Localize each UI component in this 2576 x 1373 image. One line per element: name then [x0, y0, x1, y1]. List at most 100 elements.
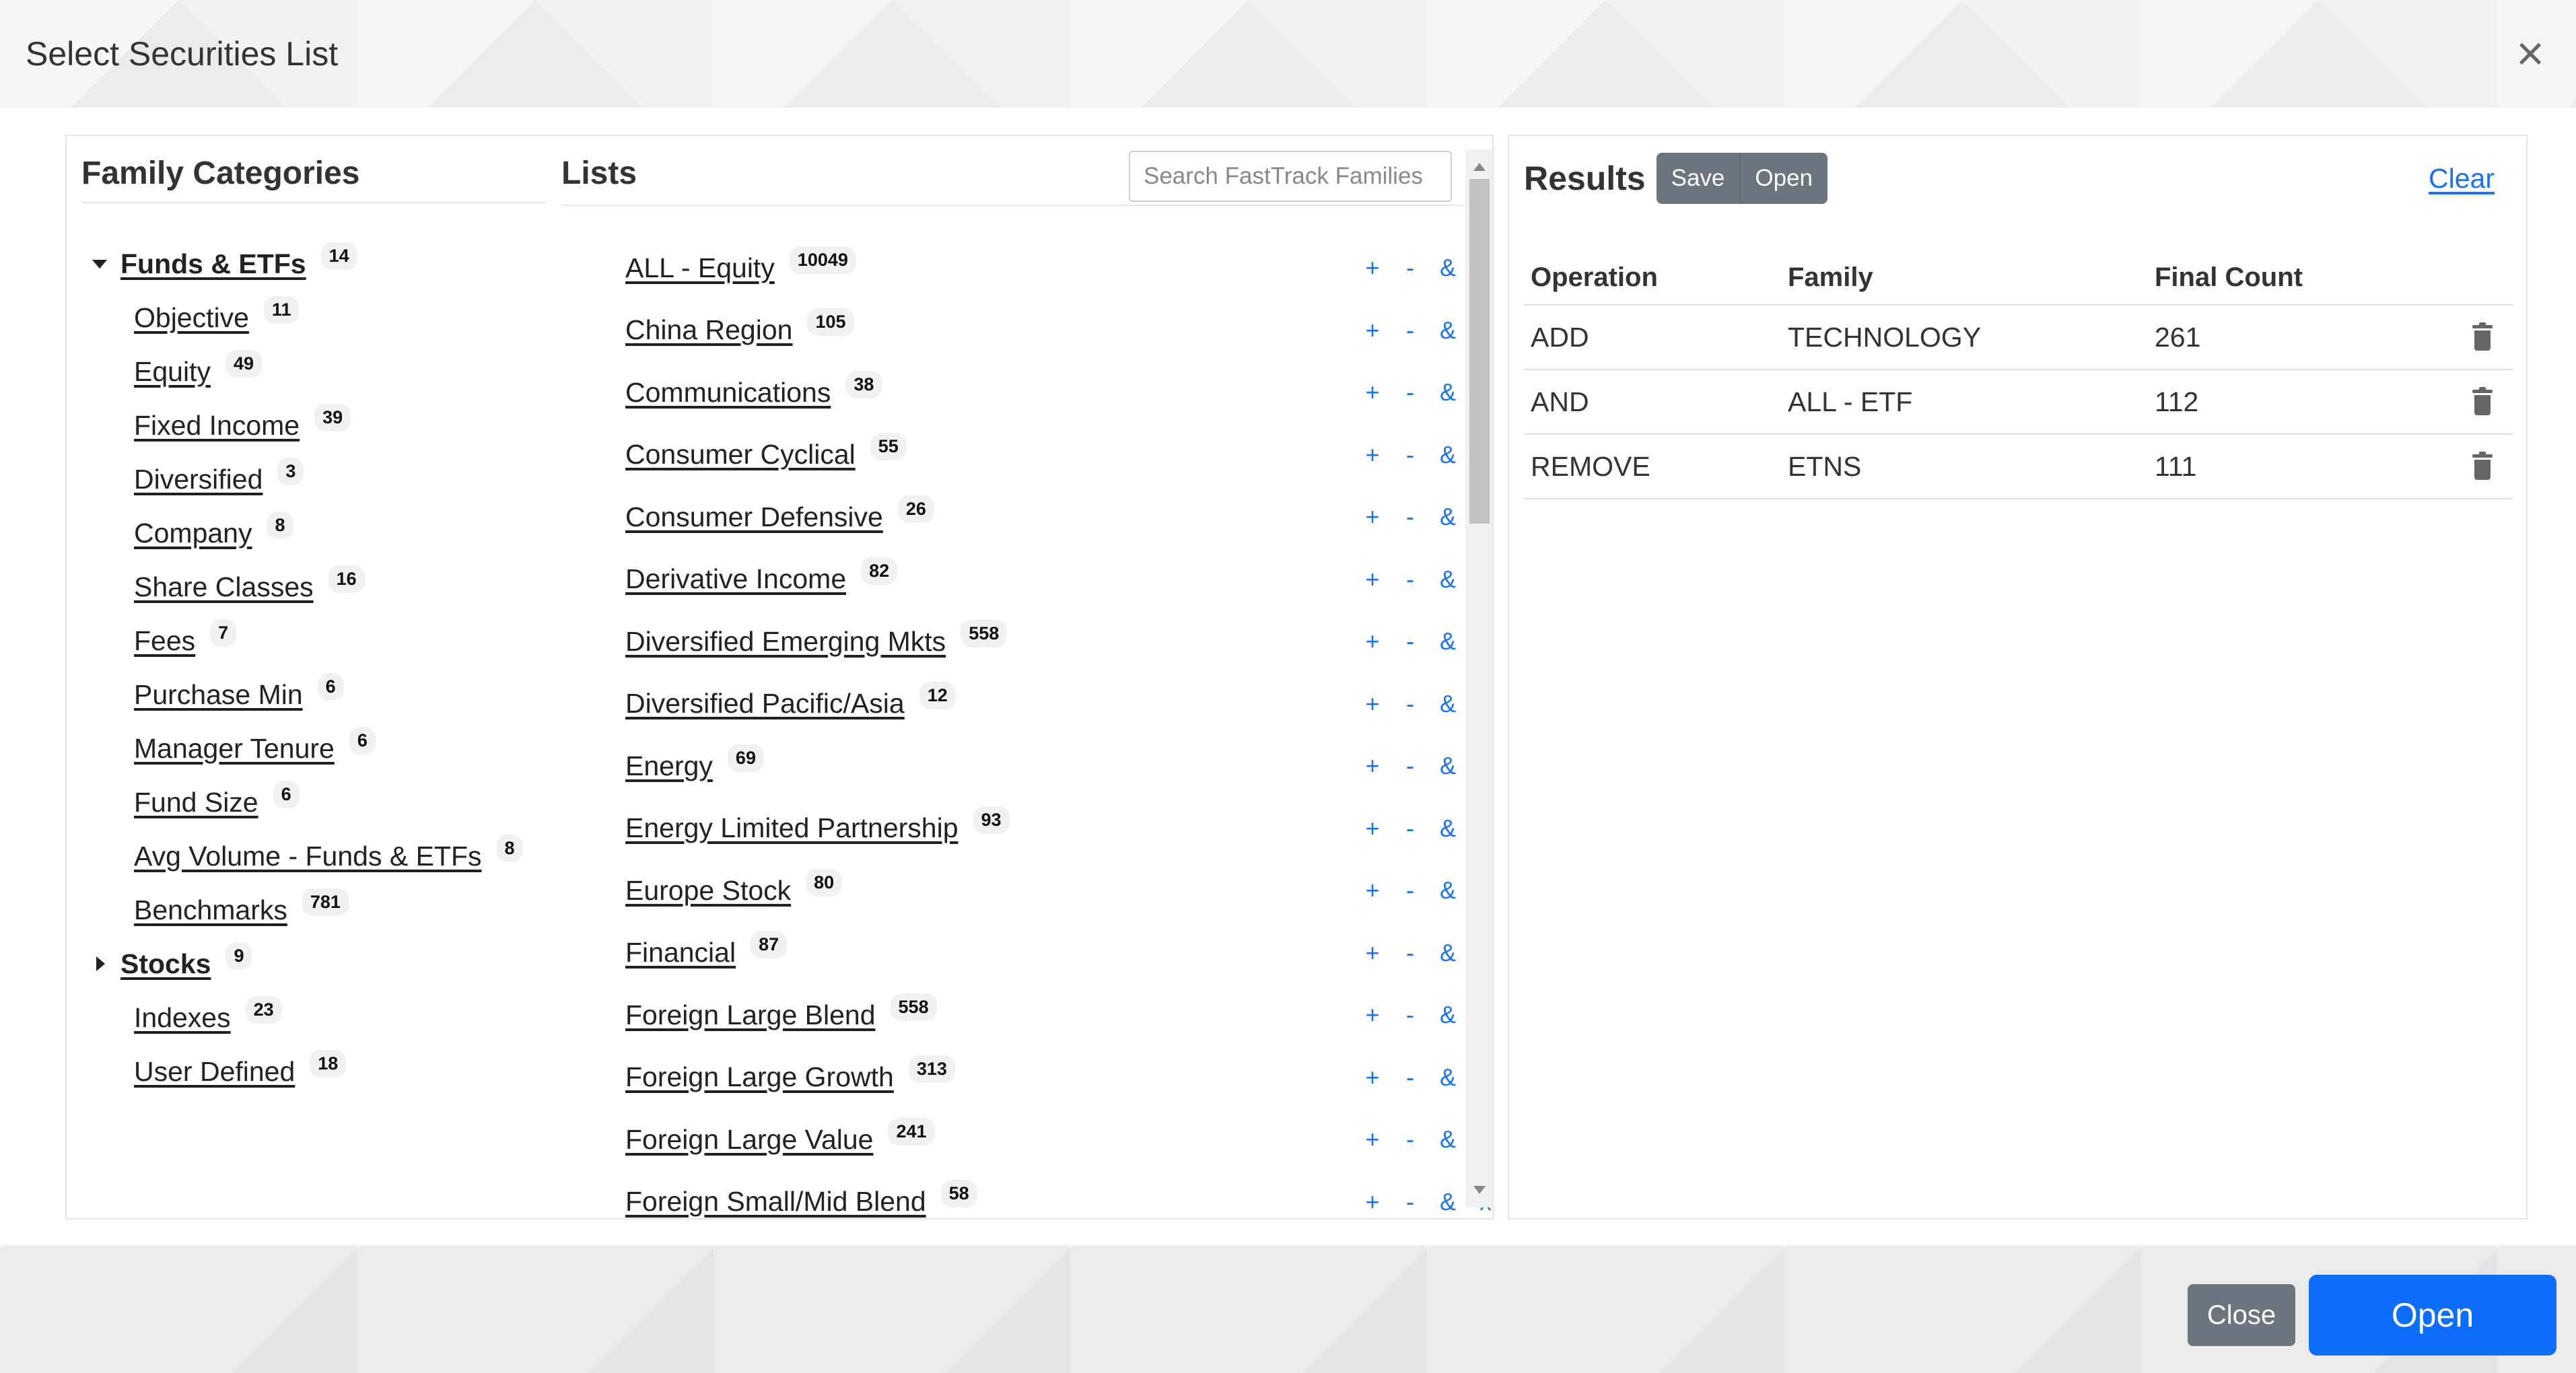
tree-item[interactable]: Manager Tenure 6: [81, 721, 593, 775]
results-save-button[interactable]: Save: [1656, 153, 1741, 204]
add-op-button[interactable]: +: [1354, 565, 1391, 594]
remove-op-button[interactable]: -: [1391, 254, 1429, 282]
add-op-button[interactable]: +: [1354, 1188, 1391, 1216]
add-op-button[interactable]: +: [1354, 627, 1391, 656]
add-op-button[interactable]: +: [1354, 1063, 1391, 1092]
close-button[interactable]: Close: [2188, 1284, 2295, 1346]
tree-item[interactable]: User Defined 18: [81, 1045, 593, 1098]
scroll-down-icon[interactable]: [1473, 1186, 1486, 1194]
tree-item[interactable]: Fund Size 6: [81, 775, 593, 829]
tree-item[interactable]: Indexes 23: [81, 991, 593, 1045]
tree-item-label[interactable]: User Defined: [134, 1056, 295, 1088]
trash-icon[interactable]: [2472, 322, 2493, 351]
and-op-button[interactable]: &: [1429, 378, 1467, 407]
remove-op-button[interactable]: -: [1391, 752, 1429, 780]
remove-op-button[interactable]: -: [1391, 876, 1429, 905]
remove-op-button[interactable]: -: [1391, 814, 1429, 843]
and-op-button[interactable]: &: [1429, 1188, 1467, 1216]
tree-item[interactable]: Funds & ETFs 14: [81, 237, 593, 291]
and-op-button[interactable]: &: [1429, 939, 1467, 967]
list-item-label[interactable]: ALL - Equity: [625, 252, 775, 284]
tree-item-label[interactable]: Equity: [134, 356, 211, 388]
list-item-label[interactable]: Diversified Pacific/Asia: [625, 688, 905, 719]
add-op-button[interactable]: +: [1354, 690, 1391, 718]
tree-item-label[interactable]: Diversified: [134, 464, 263, 495]
scroll-up-icon[interactable]: [1473, 163, 1486, 171]
tree-item[interactable]: Stocks 9: [81, 937, 593, 991]
tree-item-label[interactable]: Fees: [134, 625, 195, 657]
remove-op-button[interactable]: -: [1391, 1125, 1429, 1154]
tree-item[interactable]: Objective 11: [81, 291, 593, 345]
list-item-label[interactable]: Communications: [625, 377, 831, 409]
remove-op-button[interactable]: -: [1391, 1001, 1429, 1029]
and-op-button[interactable]: &: [1429, 316, 1467, 345]
tree-item-label[interactable]: Manager Tenure: [134, 733, 335, 765]
results-open-button[interactable]: Open: [1740, 153, 1828, 204]
list-item-label[interactable]: Europe Stock: [625, 875, 791, 907]
add-op-button[interactable]: +: [1354, 316, 1391, 345]
scrollbar-thumb[interactable]: [1469, 179, 1490, 524]
add-op-button[interactable]: +: [1354, 752, 1391, 780]
tree-item[interactable]: Fixed Income 39: [81, 398, 593, 452]
remove-op-button[interactable]: -: [1391, 316, 1429, 345]
tree-item-label[interactable]: Benchmarks: [134, 894, 287, 926]
tree-item[interactable]: Equity 49: [81, 345, 593, 398]
and-op-button[interactable]: &: [1429, 814, 1467, 843]
list-item-label[interactable]: Foreign Large Blend: [625, 999, 876, 1031]
tree-item[interactable]: Fees 7: [81, 614, 593, 668]
caret-right-icon[interactable]: [96, 956, 105, 971]
list-item-label[interactable]: Consumer Defensive: [625, 501, 883, 533]
list-item-label[interactable]: Foreign Small/Mid Blend: [625, 1186, 926, 1218]
list-item-label[interactable]: Foreign Large Value: [625, 1124, 873, 1156]
tree-item[interactable]: Purchase Min 6: [81, 668, 593, 721]
and-op-button[interactable]: &: [1429, 1063, 1467, 1092]
remove-op-button[interactable]: -: [1391, 441, 1429, 469]
add-op-button[interactable]: +: [1354, 1001, 1391, 1029]
add-op-button[interactable]: +: [1354, 441, 1391, 469]
open-button[interactable]: Open: [2309, 1275, 2556, 1356]
add-op-button[interactable]: +: [1354, 939, 1391, 967]
add-op-button[interactable]: +: [1354, 876, 1391, 905]
remove-op-button[interactable]: -: [1391, 378, 1429, 407]
tree-item-label[interactable]: Stocks: [120, 948, 211, 980]
add-op-button[interactable]: +: [1354, 254, 1391, 282]
trash-icon[interactable]: [2472, 452, 2493, 480]
remove-op-button[interactable]: -: [1391, 1188, 1429, 1216]
tree-item-label[interactable]: Fixed Income: [134, 410, 300, 442]
tree-item[interactable]: Benchmarks 781: [81, 883, 593, 937]
list-item-label[interactable]: Foreign Large Growth: [625, 1061, 894, 1093]
tree-item-label[interactable]: Avg Volume - Funds & ETFs: [134, 841, 482, 872]
tree-item-label[interactable]: Purchase Min: [134, 679, 303, 711]
remove-op-button[interactable]: -: [1391, 565, 1429, 594]
and-op-button[interactable]: &: [1429, 627, 1467, 656]
close-icon[interactable]: ×: [2510, 30, 2550, 78]
tree-item-label[interactable]: Funds & ETFs: [120, 248, 306, 280]
and-op-button[interactable]: &: [1429, 1001, 1467, 1029]
caret-down-icon[interactable]: [92, 259, 107, 269]
and-op-button[interactable]: &: [1429, 876, 1467, 905]
and-op-button[interactable]: &: [1429, 690, 1467, 718]
remove-op-button[interactable]: -: [1391, 939, 1429, 967]
tree-item-label[interactable]: Share Classes: [134, 571, 314, 603]
clear-results-link[interactable]: Clear: [2429, 163, 2495, 195]
remove-op-button[interactable]: -: [1391, 503, 1429, 531]
tree-item[interactable]: Avg Volume - Funds & ETFs 8: [81, 829, 593, 883]
remove-op-button[interactable]: -: [1391, 690, 1429, 718]
list-item-label[interactable]: Energy Limited Partnership: [625, 812, 959, 844]
tree-item[interactable]: Company 8: [81, 506, 593, 560]
remove-op-button[interactable]: -: [1391, 627, 1429, 656]
remove-op-button[interactable]: -: [1391, 1063, 1429, 1092]
and-op-button[interactable]: &: [1429, 1125, 1467, 1154]
search-families-input[interactable]: [1129, 151, 1452, 202]
list-item-label[interactable]: Energy: [625, 750, 713, 782]
tree-item[interactable]: Diversified 3: [81, 452, 593, 506]
list-item-label[interactable]: China Region: [625, 314, 792, 346]
trash-icon[interactable]: [2472, 387, 2493, 415]
list-item-label[interactable]: Derivative Income: [625, 563, 846, 595]
list-item-label[interactable]: Consumer Cyclical: [625, 439, 856, 470]
and-op-button[interactable]: &: [1429, 503, 1467, 531]
add-op-button[interactable]: +: [1354, 1125, 1391, 1154]
tree-item-label[interactable]: Objective: [134, 302, 249, 334]
add-op-button[interactable]: +: [1354, 503, 1391, 531]
and-op-button[interactable]: &: [1429, 752, 1467, 780]
